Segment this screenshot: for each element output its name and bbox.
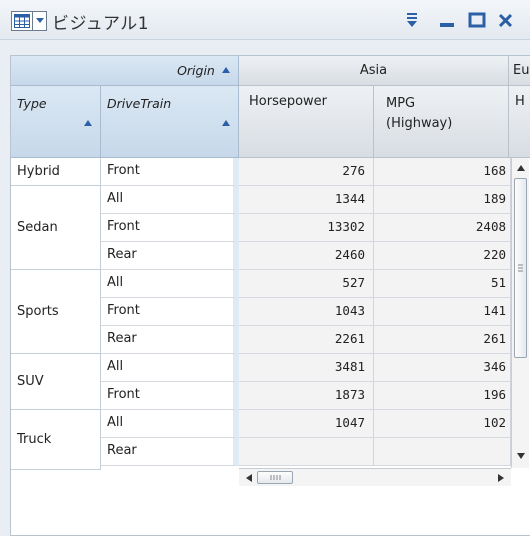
- column-header-label: H: [515, 94, 525, 109]
- drivetrain-cell: Rear: [101, 438, 239, 466]
- drivetrain-cell: Front: [101, 158, 239, 186]
- mpg-cell: 261: [374, 326, 511, 354]
- scroll-right-button[interactable]: [493, 470, 509, 486]
- drivetrain-cell: Front: [101, 382, 239, 410]
- row-group-hybrid: Hybrid: [11, 158, 101, 186]
- drivetrain-cell: All: [101, 270, 239, 298]
- sort-ascending-icon: [222, 67, 230, 73]
- close-icon[interactable]: [496, 9, 516, 31]
- horizontal-scroll-thumb[interactable]: [257, 471, 293, 484]
- mpg-cell: 189: [374, 186, 511, 214]
- maximize-icon[interactable]: [467, 9, 487, 31]
- scroll-down-button[interactable]: [513, 448, 529, 464]
- row-group-truck: Truck: [11, 410, 101, 470]
- drivetrain-cell: All: [101, 410, 239, 438]
- drivetrain-label: DriveTrain: [107, 96, 172, 111]
- mpg-cell: 220: [374, 242, 511, 270]
- row-group-label: Sports: [17, 304, 59, 319]
- grip-icon: [518, 264, 523, 272]
- column-group-label: Asia: [359, 63, 388, 78]
- filter-icon[interactable]: [402, 9, 422, 31]
- horsepower-cell: 1043: [239, 298, 374, 326]
- sort-ascending-icon: [222, 120, 230, 126]
- vertical-scrollbar[interactable]: [511, 158, 529, 468]
- column-header-sublabel: (Highway): [386, 116, 453, 131]
- horsepower-cell: 527: [239, 270, 374, 298]
- column-group-next: Eu: [509, 56, 530, 86]
- drivetrain-cell: All: [101, 186, 239, 214]
- column-header-label: MPG: [386, 96, 416, 111]
- mpg-cell: 2408: [374, 214, 511, 242]
- horsepower-cell: 276: [239, 158, 374, 186]
- row-group-label: SUV: [17, 374, 44, 389]
- window-title-bar: ビジュアル1: [0, 0, 530, 40]
- arrow-right-icon: [498, 474, 504, 482]
- row-group-label: Hybrid: [17, 164, 60, 179]
- drivetrain-cell: Rear: [101, 242, 239, 270]
- mpg-cell: 346: [374, 354, 511, 382]
- drivetrain-cell: All: [101, 354, 239, 382]
- horsepower-cell: 1047: [239, 410, 374, 438]
- mpg-cell: [374, 438, 511, 466]
- row-group-suv: SUV: [11, 354, 101, 410]
- type-sort-header[interactable]: Type: [11, 86, 101, 158]
- horsepower-cell: 1873: [239, 382, 374, 410]
- arrow-up-icon: [517, 165, 525, 171]
- table-view-button[interactable]: [11, 11, 33, 31]
- row-group-label: Sedan: [17, 220, 58, 235]
- arrow-left-icon: [246, 474, 252, 482]
- sort-ascending-icon: [84, 120, 92, 126]
- table-grid-icon: [14, 14, 30, 28]
- column-group-label: Eu: [513, 63, 530, 78]
- type-label: Type: [17, 96, 47, 111]
- column-header-label: Horsepower: [249, 94, 328, 109]
- horsepower-cell: 2261: [239, 326, 374, 354]
- drivetrain-cell: Front: [101, 298, 239, 326]
- row-group-label: Truck: [17, 432, 52, 447]
- column-header-next[interactable]: H: [509, 86, 530, 158]
- column-header-mpg[interactable]: MPG (Highway): [374, 86, 509, 158]
- horsepower-cell: 13302: [239, 214, 374, 242]
- origin-sort-header[interactable]: Origin: [11, 56, 239, 86]
- mpg-cell: 168: [374, 158, 511, 186]
- row-group-sedan: Sedan: [11, 186, 101, 270]
- drivetrain-sort-header[interactable]: DriveTrain: [101, 86, 239, 158]
- arrow-down-icon: [517, 453, 525, 459]
- drivetrain-cell: Front: [101, 214, 239, 242]
- column-group-asia: Asia: [239, 56, 509, 86]
- mpg-cell: 196: [374, 382, 511, 410]
- horsepower-cell: 2460: [239, 242, 374, 270]
- grip-icon: [270, 475, 281, 480]
- chevron-down-icon: [35, 18, 44, 23]
- origin-label: Origin: [177, 63, 215, 78]
- mpg-cell: 102: [374, 410, 511, 438]
- minimize-icon[interactable]: [437, 9, 457, 31]
- mpg-cell: 51: [374, 270, 511, 298]
- column-header-horsepower[interactable]: Horsepower: [239, 86, 374, 158]
- drivetrain-cell: Rear: [101, 326, 239, 354]
- row-group-sports: Sports: [11, 270, 101, 354]
- horsepower-cell: 3481: [239, 354, 374, 382]
- horsepower-cell: 1344: [239, 186, 374, 214]
- mpg-cell: 141: [374, 298, 511, 326]
- crosstab-table: Origin Asia Eu Type DriveTrain Horsepowe…: [10, 55, 530, 536]
- window-title: ビジュアル1: [52, 14, 150, 34]
- vertical-scroll-thumb[interactable]: [514, 178, 527, 358]
- scroll-left-button[interactable]: [241, 470, 257, 486]
- horizontal-scrollbar[interactable]: [239, 468, 511, 486]
- view-dropdown-button[interactable]: [33, 11, 47, 31]
- scroll-up-button[interactable]: [513, 160, 529, 176]
- horsepower-cell: [239, 438, 374, 466]
